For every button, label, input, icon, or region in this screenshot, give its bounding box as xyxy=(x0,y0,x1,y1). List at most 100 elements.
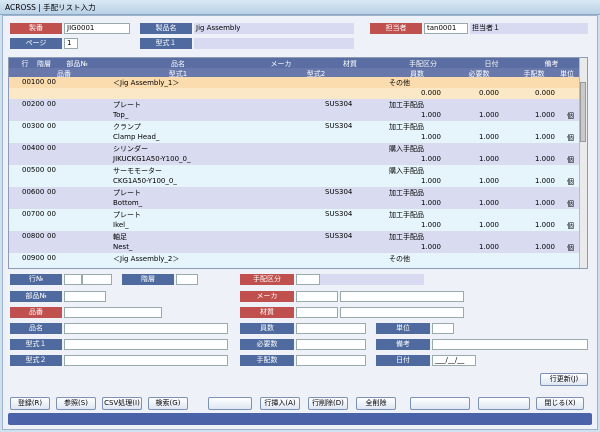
cell-kubun: 購入手配品 xyxy=(389,167,424,175)
seiban-label: 製番 xyxy=(10,23,62,34)
gyo-field-2[interactable] xyxy=(82,274,112,285)
tani-field[interactable] xyxy=(432,323,454,334)
cell-hitsuyo: 1.000 xyxy=(478,221,499,229)
cell-tani: 個 xyxy=(567,200,574,208)
tanto-code-field[interactable]: tan0001 xyxy=(424,23,468,34)
zaishitsu-name-field[interactable] xyxy=(340,307,464,318)
cell-hitsuyo: 1.000 xyxy=(478,243,499,251)
page-label: ページ xyxy=(10,38,62,49)
cell-hinmei: サーモモーター xyxy=(113,167,162,175)
kata1-field[interactable] xyxy=(64,339,228,350)
cell-gyo: 00900 xyxy=(22,254,45,262)
cell-tehai: 1.000 xyxy=(534,133,555,141)
tani-label: 単位 xyxy=(376,323,430,334)
table-row[interactable]: 00600 00 プレート SUS304 加工手配品 Bottom_ 1.000 1.000 1… xyxy=(9,187,581,209)
function-button-3[interactable]: CSV処理(I) xyxy=(102,397,142,410)
function-button-11[interactable]: 閉じる(X) xyxy=(536,397,584,410)
zaishitsu-code-field[interactable] xyxy=(296,307,338,318)
cell-hinmei: シリンダー xyxy=(113,145,148,153)
maker-code-field[interactable] xyxy=(296,291,338,302)
parts-grid[interactable]: 行 階層 部品№ 品名 メーカ 材質 手配区分 日付 備考 品番 型式1 型式2… xyxy=(8,57,588,269)
zaishitsu-label: 材質 xyxy=(240,307,294,318)
cell-kubun: 加工手配品 xyxy=(389,233,424,241)
grid-scrollbar[interactable] xyxy=(579,58,587,268)
buhin-field[interactable] xyxy=(64,291,106,302)
hinban-label: 品番 xyxy=(10,307,62,318)
function-button-7[interactable]: 行削除(D) xyxy=(308,397,348,410)
cell-katashiki: Top_ xyxy=(113,111,129,119)
cell-tehai: 1.000 xyxy=(534,111,555,119)
function-button-5[interactable] xyxy=(208,397,252,410)
table-row[interactable]: 00900 00 ＜Jig Assembly_2＞ その他 xyxy=(9,253,581,268)
scroll-thumb[interactable] xyxy=(580,82,586,142)
cell-hinmei: ＜Jig Assembly_2＞ xyxy=(113,255,180,263)
cell-insu: 0.000 xyxy=(420,89,441,97)
grid-header-row-1: 行 階層 部品№ 品名 メーカ 材質 手配区分 日付 備考 xyxy=(9,58,581,68)
function-button-2[interactable]: 参照(S) xyxy=(56,397,96,410)
hitsuyo-field[interactable] xyxy=(296,339,366,350)
cell-tehai: 0.000 xyxy=(534,89,555,97)
kata1-label: 型式１ xyxy=(10,339,62,350)
cell-hitsuyo: 1.000 xyxy=(478,199,499,207)
tehai-su-field[interactable] xyxy=(296,355,366,366)
page-field[interactable]: 1 xyxy=(64,38,78,49)
table-row[interactable]: 00400 00 シリンダー 購入手配品 JIKUCKG1A50-Y100_0_ 1.00… xyxy=(9,143,581,165)
seiban-field[interactable]: JIG0001 xyxy=(64,23,130,34)
cell-katashiki: Clamp Head_ xyxy=(113,133,160,141)
gyo-field[interactable] xyxy=(64,274,82,285)
update-row-button[interactable]: 行更新(J) xyxy=(540,373,588,386)
seihin-value: Jig Assembly xyxy=(194,23,354,34)
cell-zaishitsu: SUS304 xyxy=(325,210,353,218)
cell-tani: 個 xyxy=(567,156,574,164)
cell-gyo: 00800 xyxy=(22,232,45,240)
table-row[interactable]: 00100 00 ＜Jig Assembly_1＞ その他 0.000 0.000 0.00… xyxy=(9,77,581,99)
cell-hinmei: クランプ xyxy=(113,123,141,131)
kata2-field[interactable] xyxy=(64,355,228,366)
kaiso-label: 階層 xyxy=(122,274,174,285)
katashiki-value xyxy=(194,38,354,49)
hinban-field[interactable] xyxy=(64,307,162,318)
cell-zaishitsu: SUS304 xyxy=(325,188,353,196)
table-row[interactable]: 00800 00 軸足 SUS304 加工手配品 Nest_ 1.000 1.000 1.000… xyxy=(9,231,581,253)
cell-kubun: その他 xyxy=(389,79,410,87)
cell-kaiso: 00 xyxy=(47,188,56,196)
table-row[interactable]: 00300 00 クランプ SUS304 加工手配品 Clamp Head_ 1.000 1.… xyxy=(9,121,581,143)
hinmei-field[interactable] xyxy=(64,323,228,334)
cell-tani: 個 xyxy=(567,222,574,230)
cell-kaiso: 00 xyxy=(47,166,56,174)
cell-hinmei: 軸足 xyxy=(113,233,127,241)
table-row[interactable]: 00700 00 プレート SUS304 加工手配品 Ikel_ 1.000 1.000 1.0… xyxy=(9,209,581,231)
hizuke-field[interactable]: ___/__/__ xyxy=(432,355,476,366)
cell-hitsuyo: 0.000 xyxy=(478,89,499,97)
cell-gyo: 00400 xyxy=(22,144,45,152)
cell-hinmei: プレート xyxy=(113,211,141,219)
function-button-9[interactable] xyxy=(410,397,470,410)
cell-insu: 1.000 xyxy=(420,221,441,229)
kaiso-field[interactable] xyxy=(176,274,198,285)
cell-kaiso: 00 xyxy=(47,100,56,108)
cell-gyo: 00300 xyxy=(22,122,45,130)
status-bar xyxy=(8,413,592,425)
cell-kaiso: 00 xyxy=(47,232,56,240)
insu-field[interactable] xyxy=(296,323,366,334)
biko-field[interactable] xyxy=(432,339,588,350)
table-row[interactable]: 00500 00 サーモモーター 購入手配品 CKG1A50-Y100_0_ 1.000 1… xyxy=(9,165,581,187)
table-row[interactable]: 00200 00 プレート SUS304 加工手配品 Top_ 1.000 1.000 1.00… xyxy=(9,99,581,121)
tehai-kubun-field[interactable] xyxy=(296,274,320,285)
function-button-10[interactable] xyxy=(478,397,530,410)
function-button-4[interactable]: 検索(G) xyxy=(148,397,188,410)
maker-name-field[interactable] xyxy=(340,291,464,302)
function-button-6[interactable]: 行挿入(A) xyxy=(260,397,300,410)
insu-label: 員数 xyxy=(240,323,294,334)
cell-kaiso: 00 xyxy=(47,122,56,130)
seihin-label: 製品名 xyxy=(140,23,192,34)
cell-tehai: 1.000 xyxy=(534,155,555,163)
function-button-1[interactable]: 登録(R) xyxy=(10,397,50,410)
tehai-su-label: 手配数 xyxy=(240,355,294,366)
function-button-8[interactable]: 全削除 xyxy=(356,397,396,410)
cell-tehai: 1.000 xyxy=(534,199,555,207)
cell-tehai: 1.000 xyxy=(534,221,555,229)
cell-hitsuyo: 1.000 xyxy=(478,133,499,141)
cell-kubun: 購入手配品 xyxy=(389,145,424,153)
function-key-bar: 登録(R) 参照(S) CSV処理(I) 検索(G) 行挿入(A) 行削除(D) 全削除 閉じ… xyxy=(8,396,592,411)
